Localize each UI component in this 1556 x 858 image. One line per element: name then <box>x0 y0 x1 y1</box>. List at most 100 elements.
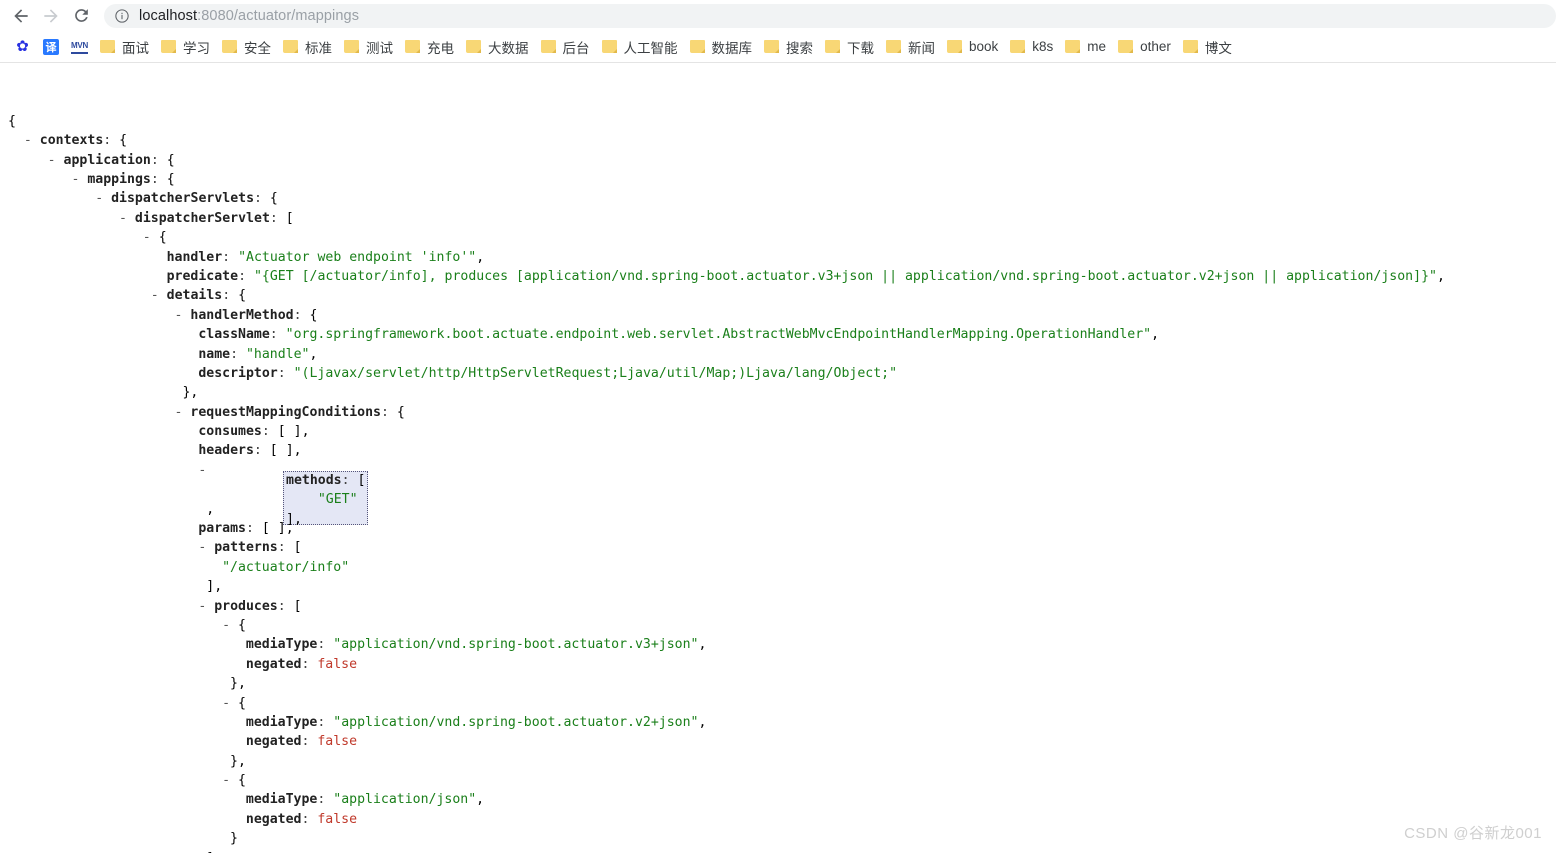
reload-button[interactable] <box>66 2 96 30</box>
site-info-icon[interactable] <box>114 8 130 24</box>
collapse-toggle-icon[interactable]: - <box>198 599 214 614</box>
bookmark-book[interactable]: book <box>941 35 1004 59</box>
bookmark-label: 下载 <box>847 40 874 56</box>
bookmark-label: 充电 <box>427 40 454 56</box>
folder-icon <box>689 39 706 54</box>
json-line[interactable]: - dispatcherServlet: [ <box>8 209 1556 228</box>
selected-json-line[interactable]: methods: [ <box>286 471 483 490</box>
folder-icon <box>825 39 841 54</box>
json-line: mediaType: "application/json", <box>245 792 485 808</box>
bookmark-测试[interactable]: 测试 <box>338 35 399 59</box>
json-line: "GET" <box>8 480 1556 499</box>
json-line[interactable]: - handlerMethod: { <box>8 306 1556 325</box>
json-line[interactable]: - produces: [ <box>8 597 1556 616</box>
json-line[interactable]: - methods: [ <box>8 461 1556 480</box>
bookmark-搜索[interactable]: 搜索 <box>758 35 819 59</box>
folder-icon <box>764 39 780 54</box>
collapse-toggle-icon[interactable]: - <box>222 618 238 633</box>
url-path: :8080/actuator/mappings <box>197 7 360 24</box>
collapse-toggle-icon[interactable]: - <box>222 696 238 711</box>
reload-icon <box>74 9 88 22</box>
forward-button[interactable] <box>36 2 66 30</box>
methods-selection-text[interactable]: methods: [ "GET"], <box>283 471 483 529</box>
bookmark-maven-icon[interactable]: MVN <box>65 35 94 59</box>
bookmark-me[interactable]: me <box>1059 35 1112 59</box>
translate-icon: 译 <box>43 38 59 55</box>
bookmark-新闻[interactable]: 新闻 <box>880 35 941 59</box>
bookmark-人工智能[interactable]: 人工智能 <box>596 35 684 59</box>
json-line: } <box>230 831 238 847</box>
folder-icon <box>1182 39 1199 54</box>
bookmark-label: 搜索 <box>786 40 813 56</box>
collapse-toggle-icon[interactable]: - <box>143 230 159 245</box>
bookmark-label: me <box>1087 39 1107 54</box>
json-line[interactable]: - application: { <box>8 151 1556 170</box>
bookmark-label: other <box>1140 39 1171 54</box>
address-bar[interactable]: localhost:8080/actuator/mappings <box>104 3 1556 28</box>
folder-icon <box>1065 39 1081 54</box>
bookmark-label: 大数据 <box>488 40 529 56</box>
collapse-toggle-icon[interactable]: - <box>24 133 40 148</box>
collapse-toggle-icon[interactable]: - <box>198 463 214 478</box>
collapse-toggle-icon[interactable]: - <box>71 172 87 187</box>
collapse-toggle-icon[interactable]: - <box>222 773 238 788</box>
json-line: ], <box>206 579 223 595</box>
json-line[interactable]: - requestMappingConditions: { <box>8 403 1556 422</box>
json-line: predicate: "{GET [/actuator/info], produ… <box>166 268 1445 284</box>
collapse-toggle-icon[interactable]: - <box>198 540 214 555</box>
bookmark-博文[interactable]: 博文 <box>1177 35 1238 59</box>
bookmark-translate-icon[interactable]: 译 <box>37 35 65 59</box>
folder-icon <box>283 39 299 54</box>
json-lines-container: {- contexts: {- application: {- mappings… <box>8 112 1556 853</box>
bookmark-面试[interactable]: 面试 <box>94 35 155 59</box>
bookmark-数据库[interactable]: 数据库 <box>684 35 759 59</box>
json-line[interactable]: - { <box>8 616 1556 635</box>
collapse-toggle-icon[interactable]: - <box>151 288 167 303</box>
bookmark-下载[interactable]: 下载 <box>819 35 880 59</box>
bookmark-大数据[interactable]: 大数据 <box>460 35 535 59</box>
maven-icon: MVN <box>71 39 88 54</box>
folder-icon <box>344 39 360 54</box>
folder-icon <box>1118 39 1134 54</box>
json-line[interactable]: - contexts: { <box>8 131 1556 150</box>
json-line: mediaType: "application/vnd.spring-boot.… <box>245 637 707 653</box>
bookmark-baidu-icon[interactable]: ✿ <box>8 35 37 59</box>
collapse-toggle-icon[interactable]: - <box>175 405 191 420</box>
collapse-toggle-icon[interactable]: - <box>119 211 135 226</box>
json-line: }, <box>230 676 246 692</box>
collapse-toggle-icon[interactable]: - <box>175 308 191 323</box>
folder-icon <box>466 39 482 54</box>
json-line[interactable]: - details: { <box>8 286 1556 305</box>
bookmarks-bar: ✿ 译 MVN 面试 学习 安全 标准 测试 充电 大数据 后台 人工智能 数据库 搜索 下载 新闻 book k… <box>0 31 1556 63</box>
json-line[interactable]: - { <box>8 771 1556 790</box>
bookmark-k8s[interactable]: k8s <box>1004 35 1059 59</box>
json-line: "/actuator/info" <box>222 559 350 575</box>
folder-icon <box>886 39 902 54</box>
json-line[interactable]: - patterns: [ <box>8 538 1556 557</box>
collapse-toggle-icon[interactable]: - <box>95 191 111 206</box>
bookmark-学习[interactable]: 学习 <box>155 35 216 59</box>
selected-json-line[interactable]: "GET" <box>286 490 483 509</box>
json-line: ] <box>8 849 1556 853</box>
url-text: localhost:8080/actuator/mappings <box>139 8 359 24</box>
json-line[interactable]: - { <box>8 228 1556 247</box>
json-line[interactable]: - dispatcherServlets: { <box>8 189 1556 208</box>
back-button[interactable] <box>6 2 36 30</box>
json-line: mediaType: "application/vnd.spring-boot.… <box>245 714 707 730</box>
folder-icon <box>947 39 963 54</box>
bookmark-充电[interactable]: 充电 <box>399 35 460 59</box>
json-viewer: {- contexts: {- application: {- mappings… <box>0 63 1556 853</box>
bookmark-label: 安全 <box>244 40 271 56</box>
json-line[interactable]: - { <box>8 694 1556 713</box>
folder-icon <box>405 39 421 54</box>
bookmark-label: 人工智能 <box>623 40 678 56</box>
collapse-toggle-icon[interactable]: - <box>48 153 64 168</box>
json-line: name: "handle", <box>198 346 318 362</box>
json-line[interactable]: - mappings: { <box>8 170 1556 189</box>
bookmark-后台[interactable]: 后台 <box>535 35 596 59</box>
selected-json-line[interactable]: ], <box>286 510 483 529</box>
bookmark-安全[interactable]: 安全 <box>216 35 277 59</box>
bookmark-other[interactable]: other <box>1112 35 1177 59</box>
bookmark-标准[interactable]: 标准 <box>277 35 338 59</box>
bookmark-label: 标准 <box>305 40 332 56</box>
